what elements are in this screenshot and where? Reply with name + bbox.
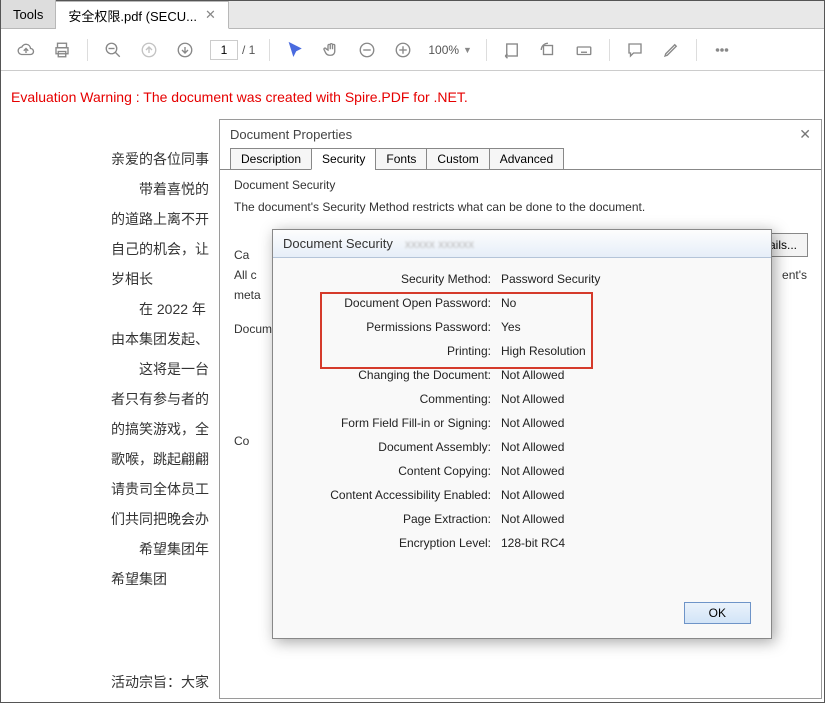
- partial-text: ent's: [782, 268, 807, 282]
- security-row: Content Accessibility Enabled:Not Allowe…: [291, 488, 753, 502]
- security-value: Not Allowed: [501, 416, 564, 430]
- pencil-icon[interactable]: [660, 39, 682, 61]
- select-tool-icon[interactable]: [284, 39, 306, 61]
- tab-label: 安全权限.pdf (SECU...: [68, 6, 197, 25]
- security-row: Page Extraction:Not Allowed: [291, 512, 753, 526]
- security-value: Not Allowed: [501, 368, 564, 382]
- security-key: Changing the Document:: [291, 368, 501, 382]
- security-value: Not Allowed: [501, 440, 564, 454]
- ok-button[interactable]: OK: [684, 602, 751, 624]
- zoom-out-icon[interactable]: [102, 39, 124, 61]
- tab-advanced[interactable]: Advanced: [489, 148, 564, 170]
- partial-text: Ca: [234, 248, 272, 262]
- security-row: Form Field Fill-in or Signing:Not Allowe…: [291, 416, 753, 430]
- security-details: Security Method:Password SecurityDocumen…: [273, 258, 771, 574]
- fit-width-icon[interactable]: [501, 39, 523, 61]
- security-key: Document Open Password:: [291, 296, 501, 310]
- dialog-title: Document Security: [283, 236, 393, 251]
- zoom-minus-icon[interactable]: [356, 39, 378, 61]
- tab-label: Tools: [13, 7, 43, 22]
- security-key: Printing:: [291, 344, 501, 358]
- tab-document[interactable]: 安全权限.pdf (SECU... ✕: [56, 1, 229, 29]
- security-key: Permissions Password:: [291, 320, 501, 334]
- security-row: Encryption Level:128-bit RC4: [291, 536, 753, 550]
- security-key: Content Accessibility Enabled:: [291, 488, 501, 502]
- security-row: Permissions Password:Yes: [291, 320, 753, 334]
- security-value: 128-bit RC4: [501, 536, 565, 550]
- hand-tool-icon[interactable]: [320, 39, 342, 61]
- page-down-icon[interactable]: [174, 39, 196, 61]
- security-key: Content Copying:: [291, 464, 501, 478]
- caret-down-icon: ▼: [463, 45, 472, 55]
- security-row: Security Method:Password Security: [291, 272, 753, 286]
- properties-tabs: DescriptionSecurityFontsCustomAdvanced: [220, 148, 821, 170]
- security-key: Encryption Level:: [291, 536, 501, 550]
- security-value: Not Allowed: [501, 392, 564, 406]
- comment-icon[interactable]: [624, 39, 646, 61]
- security-value: Yes: [501, 320, 521, 334]
- security-value: Not Allowed: [501, 512, 564, 526]
- security-key: Page Extraction:: [291, 512, 501, 526]
- page-up-icon[interactable]: [138, 39, 160, 61]
- close-icon[interactable]: ✕: [799, 126, 811, 143]
- tab-strip: Tools 安全权限.pdf (SECU... ✕: [1, 1, 824, 29]
- partial-text: Co: [234, 434, 272, 448]
- tab-custom[interactable]: Custom: [426, 148, 489, 170]
- security-key: Document Assembly:: [291, 440, 501, 454]
- security-key: Commenting:: [291, 392, 501, 406]
- page-input[interactable]: [210, 40, 238, 60]
- keyboard-icon[interactable]: [573, 39, 595, 61]
- security-row: Document Assembly:Not Allowed: [291, 440, 753, 454]
- separator: [609, 39, 610, 61]
- tab-security[interactable]: Security: [311, 148, 376, 170]
- separator: [486, 39, 487, 61]
- separator: [87, 39, 88, 61]
- zoom-selector[interactable]: 100% ▼: [428, 43, 472, 57]
- dialog-titlebar: Document Security xxxxx xxxxxx: [273, 230, 771, 258]
- security-value: Not Allowed: [501, 488, 564, 502]
- security-row: Commenting:Not Allowed: [291, 392, 753, 406]
- toolbar: / 1 100% ▼: [1, 29, 824, 71]
- tab-tools[interactable]: Tools: [1, 0, 56, 28]
- security-value: High Resolution: [501, 344, 586, 358]
- security-row: Changing the Document:Not Allowed: [291, 368, 753, 382]
- tab-fonts[interactable]: Fonts: [375, 148, 427, 170]
- zoom-value: 100%: [428, 43, 459, 57]
- page-number: / 1: [210, 40, 255, 60]
- cloud-upload-icon[interactable]: [15, 39, 37, 61]
- security-key: Security Method:: [291, 272, 501, 286]
- separator: [269, 39, 270, 61]
- rotate-icon[interactable]: [537, 39, 559, 61]
- section-heading: Document Security: [234, 178, 807, 192]
- security-row: Printing:High Resolution: [291, 344, 753, 358]
- separator: [696, 39, 697, 61]
- security-key: Form Field Fill-in or Signing:: [291, 416, 501, 430]
- security-row: Content Copying:Not Allowed: [291, 464, 753, 478]
- print-icon[interactable]: [51, 39, 73, 61]
- partial-text: meta: [234, 288, 261, 302]
- document-text-line: 活动宗旨：大家: [111, 672, 209, 692]
- dialog-title: Document Properties: [230, 127, 352, 142]
- zoom-plus-icon[interactable]: [392, 39, 414, 61]
- section-desc: The document's Security Method restricts…: [234, 200, 807, 214]
- partial-text: All c: [234, 268, 257, 282]
- document-security-dialog: Document Security xxxxx xxxxxx Security …: [272, 229, 772, 639]
- dialog-titlebar: Document Properties ✕: [220, 120, 821, 148]
- tab-description[interactable]: Description: [230, 148, 312, 170]
- security-value: Not Allowed: [501, 464, 564, 478]
- security-value: Password Security: [501, 272, 600, 286]
- page-total: / 1: [242, 43, 255, 57]
- security-value: No: [501, 296, 516, 310]
- close-icon[interactable]: ✕: [205, 7, 216, 23]
- more-icon[interactable]: [711, 39, 733, 61]
- evaluation-warning: Evaluation Warning : The document was cr…: [11, 89, 814, 105]
- blurred-text: xxxxx xxxxxx: [405, 237, 474, 251]
- security-row: Document Open Password:No: [291, 296, 753, 310]
